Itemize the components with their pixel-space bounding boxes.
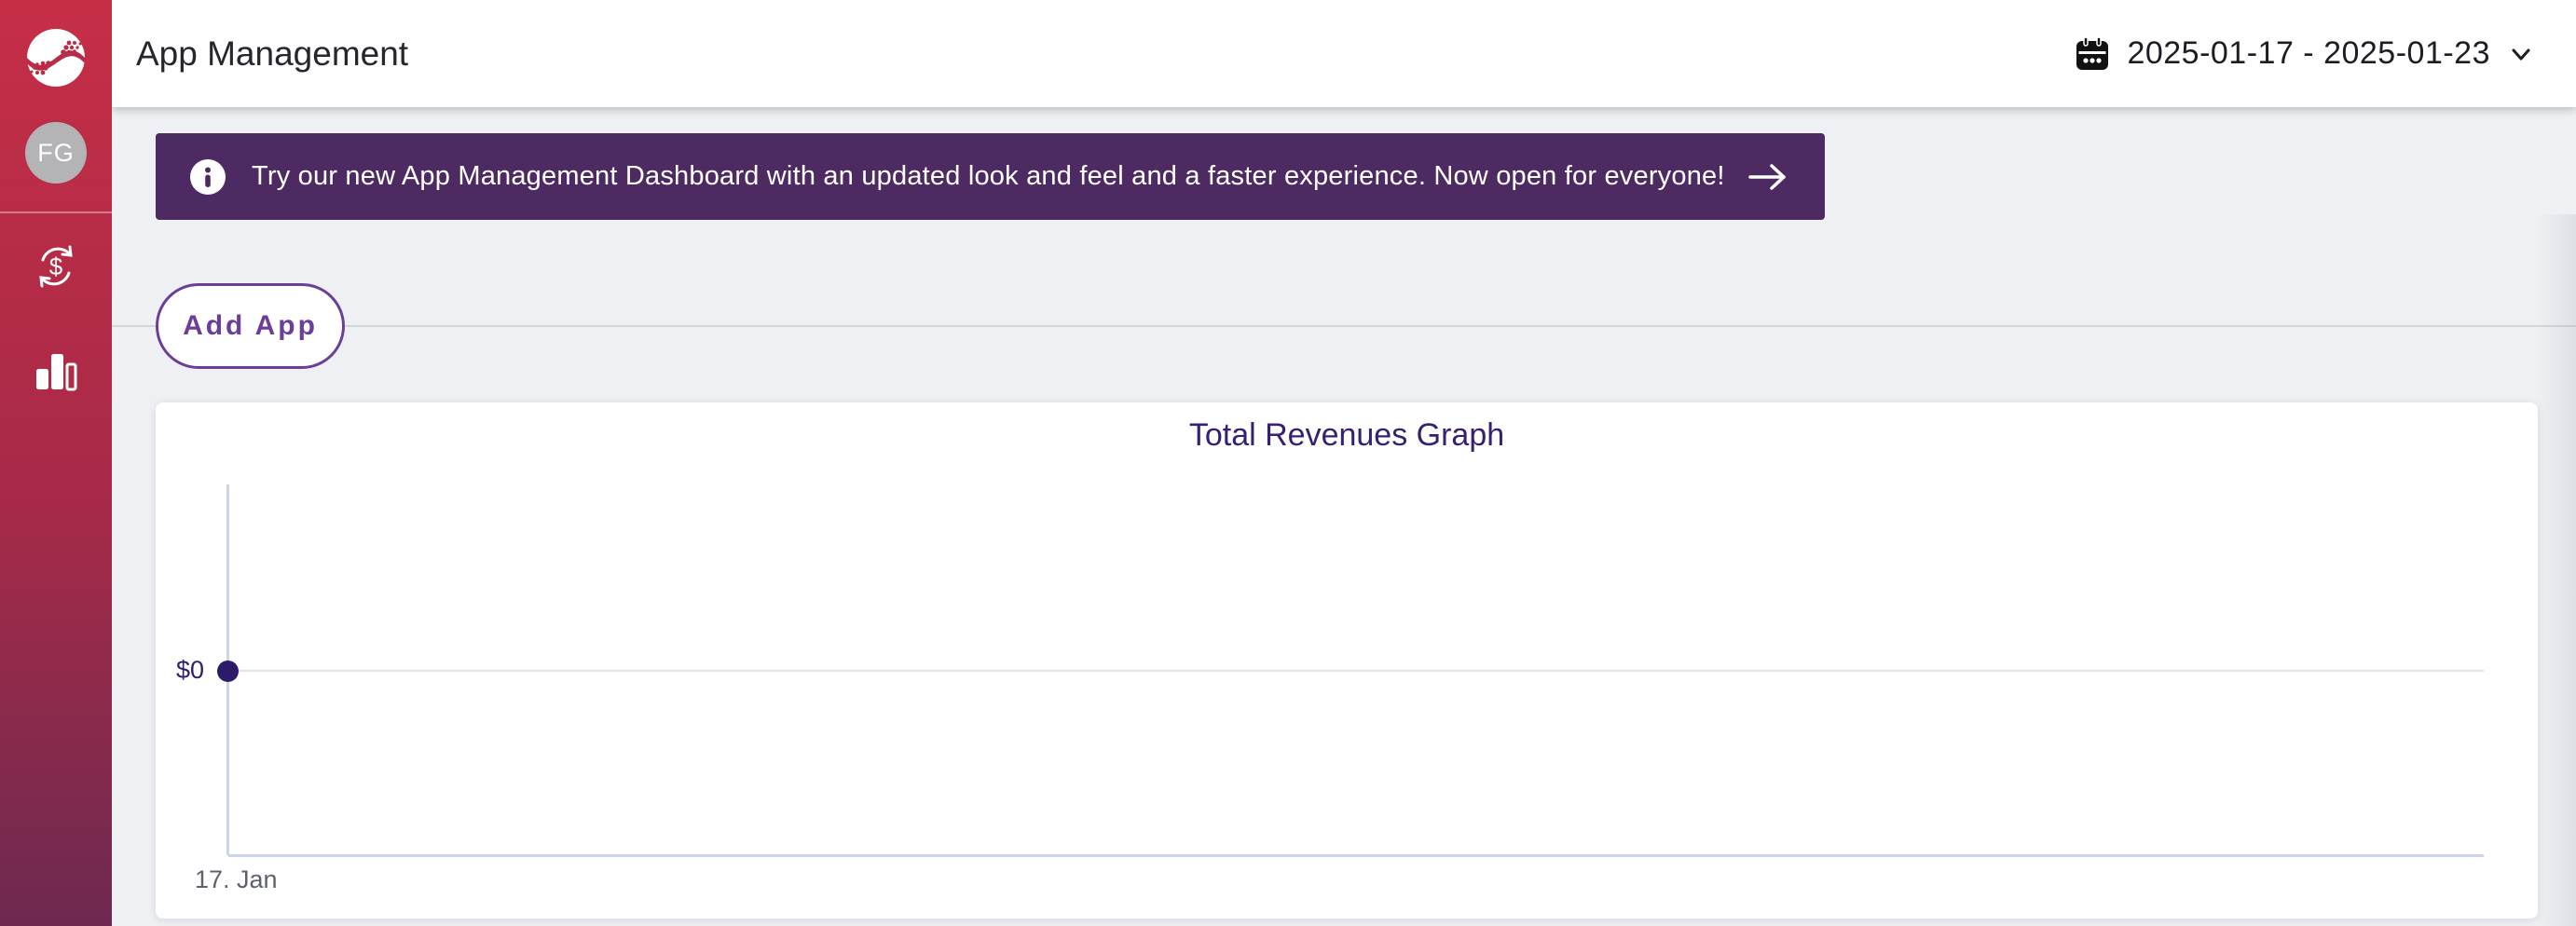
total-revenues-chart-card: Total Revenues Graph $0 17. Jan [156, 402, 2538, 919]
chart-title: Total Revenues Graph [156, 417, 2538, 454]
revenue-sync-icon[interactable]: $ [32, 242, 80, 291]
main-content: Try our new App Management Dashboard wit… [112, 107, 2576, 926]
section-divider [112, 325, 2576, 327]
promo-banner[interactable]: Try our new App Management Dashboard wit… [156, 133, 1825, 220]
promo-message: Try our new App Management Dashboard wit… [252, 161, 1725, 192]
sidebar: FG $ [0, 0, 112, 926]
app-management-screen: FG $ App Management [0, 0, 2576, 926]
chart-data-point[interactable] [217, 660, 239, 682]
x-axis-tick-label: 17. Jan [195, 865, 278, 894]
avatar-initials: FG [37, 139, 75, 168]
y-axis-tick-label: $0 [156, 656, 204, 686]
top-bar: App Management 2025-01-17 - 2025-01-23 [112, 0, 2576, 107]
brand-logo-icon[interactable] [21, 22, 91, 93]
vertical-scrollbar[interactable] [2537, 214, 2576, 926]
chart-gridline-zero [228, 670, 2484, 672]
add-app-button[interactable]: Add App [156, 283, 345, 369]
page-title: App Management [136, 34, 408, 74]
calendar-icon [2074, 35, 2111, 73]
svg-text:$: $ [49, 252, 63, 280]
sidebar-divider [0, 211, 112, 213]
info-icon [190, 159, 226, 195]
user-avatar[interactable]: FG [25, 122, 87, 184]
date-range-picker[interactable]: 2025-01-17 - 2025-01-23 [2074, 35, 2533, 73]
chevron-down-icon [2509, 42, 2533, 66]
date-range-value: 2025-01-17 - 2025-01-23 [2127, 35, 2490, 72]
chart-x-axis [228, 854, 2484, 857]
arrow-right-icon[interactable] [1747, 161, 1789, 193]
analytics-bar-chart-icon[interactable] [32, 347, 80, 395]
